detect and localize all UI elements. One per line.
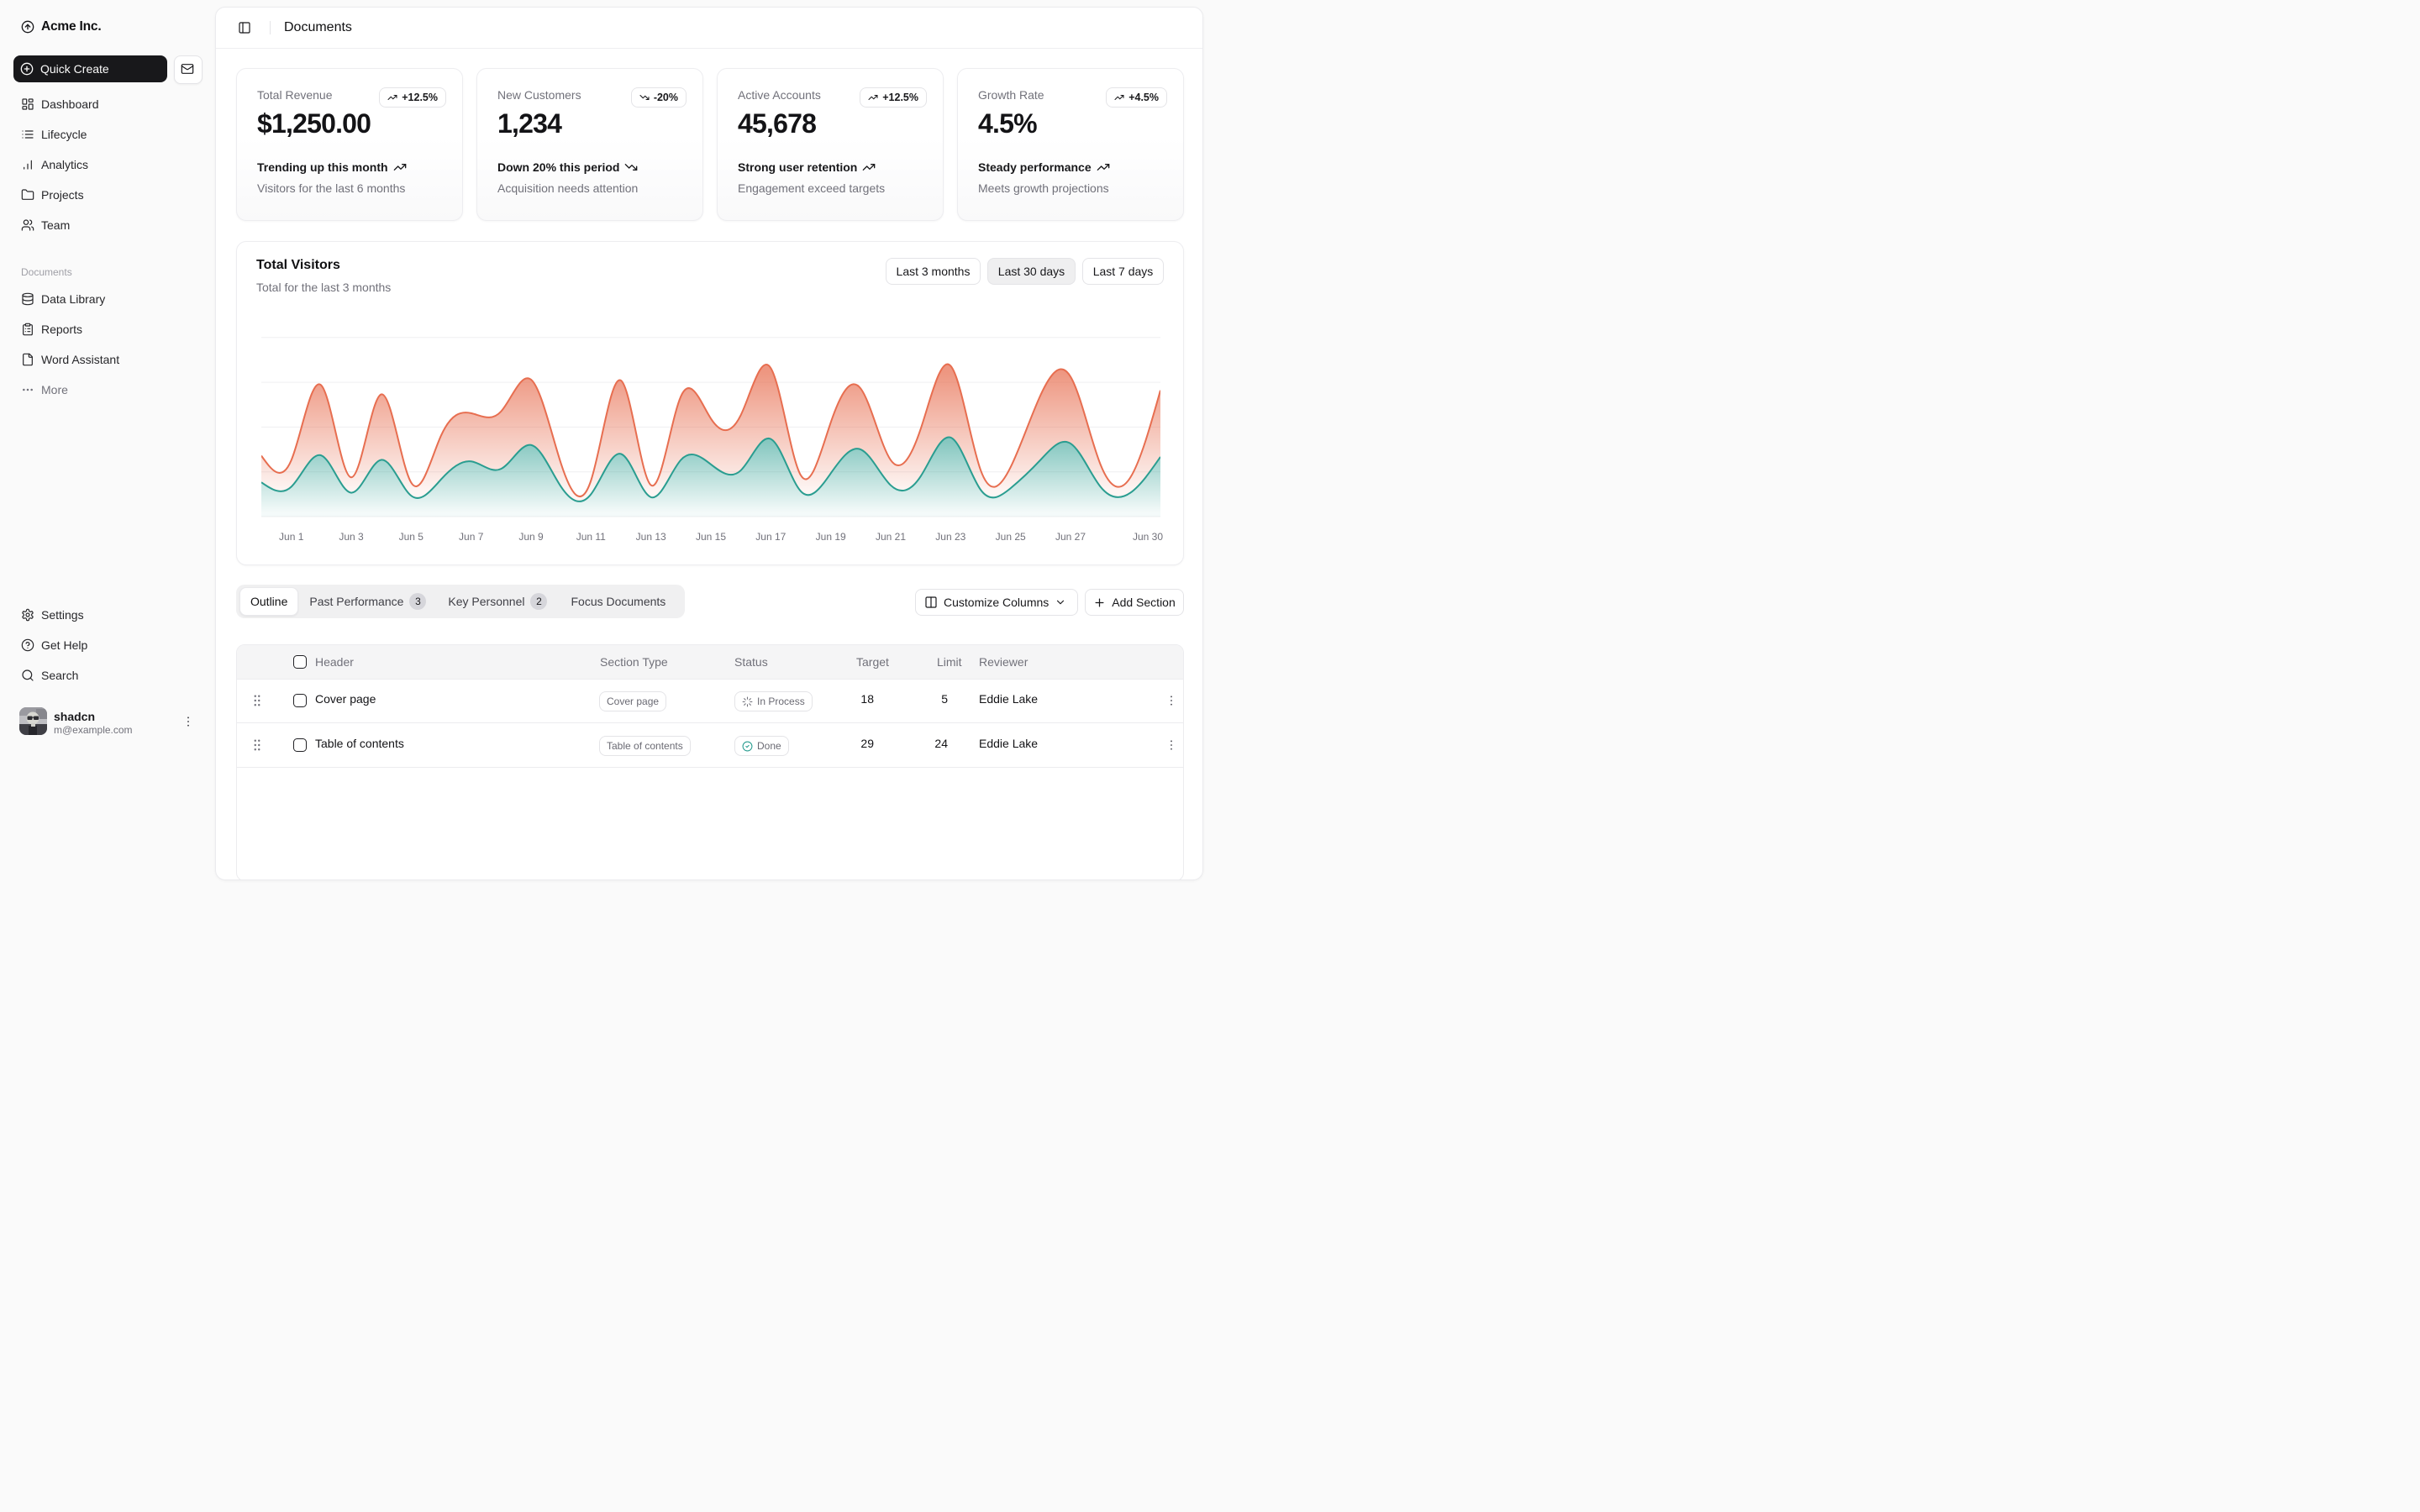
svg-text:Jun 27: Jun 27 bbox=[1055, 531, 1086, 543]
svg-text:Jun 11: Jun 11 bbox=[576, 531, 606, 543]
svg-text:Jun 19: Jun 19 bbox=[816, 531, 846, 543]
svg-text:Jun 3: Jun 3 bbox=[339, 531, 364, 543]
svg-text:Jun 15: Jun 15 bbox=[696, 531, 726, 543]
svg-text:Jun 5: Jun 5 bbox=[399, 531, 424, 543]
svg-text:Jun 25: Jun 25 bbox=[996, 531, 1026, 543]
svg-text:Jun 13: Jun 13 bbox=[636, 531, 666, 543]
svg-text:Jun 17: Jun 17 bbox=[755, 531, 786, 543]
svg-text:Jun 1: Jun 1 bbox=[279, 531, 304, 543]
svg-text:Jun 30: Jun 30 bbox=[1133, 531, 1163, 543]
svg-text:Jun 21: Jun 21 bbox=[876, 531, 906, 543]
svg-text:Jun 9: Jun 9 bbox=[518, 531, 544, 543]
svg-text:Jun 23: Jun 23 bbox=[935, 531, 965, 543]
svg-text:Jun 7: Jun 7 bbox=[459, 531, 484, 543]
